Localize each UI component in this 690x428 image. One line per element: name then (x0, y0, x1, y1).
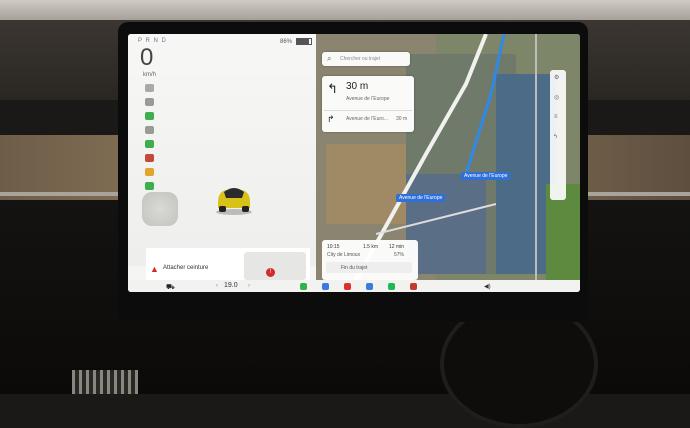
lights-icon (145, 84, 154, 92)
battery-fill (296, 39, 309, 44)
parking-light-icon (145, 112, 154, 120)
beam-icon (145, 98, 154, 106)
charging-icon[interactable]: ϟ (554, 134, 557, 140)
search-placeholder: Chercher ou trajet (340, 56, 381, 62)
battery-indicator: 86% (280, 38, 312, 45)
following-turn-street: Avenue de l'Euro... (346, 116, 389, 122)
next-turn-distance: 30 m (346, 81, 369, 92)
trip-distance: 1.5 km (363, 244, 379, 250)
temp-up-icon[interactable]: › (248, 283, 250, 289)
messages-icon[interactable] (322, 283, 329, 290)
speed-unit: km/h (143, 72, 157, 78)
battery-label: 86% (280, 39, 293, 46)
map-street-label: Avenue de l'Europe (396, 194, 446, 202)
search-icon: ⌕ (327, 54, 332, 63)
trip-duration: 12 min (389, 244, 405, 250)
next-turn-street: Avenue de l'Europe (346, 96, 390, 102)
seat-occupancy-map (244, 252, 306, 280)
speed-readout: 0 (140, 44, 154, 71)
vehicle-model[interactable] (214, 178, 254, 216)
turn-left-arrow-icon: ↰ (327, 81, 338, 96)
traffic-icon[interactable]: ≡ (554, 114, 558, 120)
car-controls-icon[interactable]: ⛟ (166, 283, 175, 292)
following-turn-distance: 30 m (396, 116, 408, 122)
map-controls (550, 70, 566, 200)
bluetooth-icon[interactable] (366, 283, 373, 290)
volume-icon[interactable]: ◀) (484, 283, 491, 290)
seatbelt-icon (145, 126, 154, 134)
map-street-label: Avenue de l'Europe (461, 172, 511, 180)
arrival-charge: 57% (394, 252, 405, 258)
temp-down-icon[interactable]: ‹ (216, 283, 218, 289)
spotify-icon[interactable] (388, 283, 395, 290)
map-settings-icon[interactable]: ⚙ (554, 74, 559, 81)
indicator-lights (145, 84, 155, 196)
door-open-icon (145, 154, 154, 162)
unbuckled-seat-icon: ! (266, 268, 275, 277)
cabin-temperature[interactable]: 19.0 (224, 282, 238, 289)
tpms-icon (145, 168, 154, 176)
phone-icon[interactable] (300, 283, 307, 290)
touchscreen: P R N D 86% 0 km/h ▲ Attacher ceinture !… (128, 34, 580, 292)
trip-destination: City de Limoux (327, 252, 361, 258)
calendar-icon[interactable] (344, 283, 351, 290)
headlight-icon (145, 140, 154, 148)
recenter-icon[interactable]: ◎ (554, 94, 559, 101)
card-divider (324, 110, 412, 111)
air-vent (72, 370, 138, 394)
battery-icon (295, 38, 312, 45)
warning-triangle-icon: ▲ (150, 264, 159, 274)
slight-right-arrow-icon: ↱ (327, 114, 335, 124)
end-trip-button[interactable] (326, 262, 412, 273)
adjacent-vehicle (142, 192, 178, 226)
taskbar (128, 280, 580, 292)
joystick-icon[interactable] (410, 283, 417, 290)
vehicle-panel: P R N D 86% 0 km/h (128, 34, 316, 266)
alert-message: Attacher ceinture (163, 265, 209, 271)
arrival-time: 10:15 (327, 244, 340, 250)
eco-icon (145, 182, 154, 190)
end-trip-label: Fin du trajet (341, 265, 368, 271)
